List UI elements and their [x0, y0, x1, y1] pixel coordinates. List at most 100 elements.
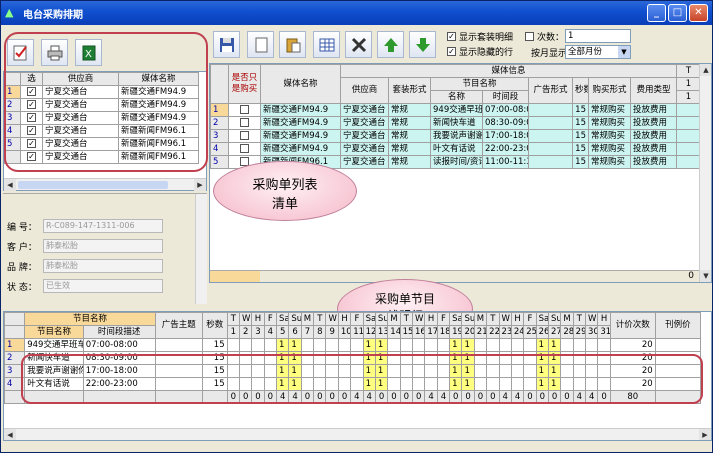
- times-input[interactable]: 1: [565, 29, 631, 43]
- new-document-icon[interactable]: [247, 31, 274, 58]
- schedule-cell[interactable]: [510, 338, 525, 352]
- schedule-cell[interactable]: [399, 338, 414, 352]
- maximize-button[interactable]: □: [668, 4, 687, 22]
- schedule-cell[interactable]: [226, 338, 240, 352]
- delete-icon[interactable]: [345, 31, 372, 58]
- show-hidden-option[interactable]: ✓ 显示隐藏的行: [447, 45, 513, 58]
- schedule-cell[interactable]: 1: [288, 338, 302, 352]
- chevron-down-icon[interactable]: ▼: [618, 46, 630, 58]
- move-down-icon[interactable]: [409, 31, 436, 58]
- schedule-cell[interactable]: [424, 338, 438, 352]
- day-header: 12: [362, 325, 376, 339]
- horizontal-scrollbar[interactable]: ◀ ▶: [4, 178, 206, 191]
- schedule-cell[interactable]: 1: [362, 338, 376, 352]
- brand-field[interactable]: 肺泰松胎: [43, 259, 163, 273]
- only-buy-checkbox[interactable]: [240, 143, 249, 153]
- paste-icon[interactable]: [279, 31, 306, 58]
- only-buy-checkbox[interactable]: [240, 117, 249, 127]
- schedule-cell[interactable]: [585, 338, 599, 352]
- scroll-left-icon[interactable]: ◀: [4, 429, 16, 440]
- schedule-cell[interactable]: [325, 338, 339, 352]
- schedule-cell[interactable]: 1: [547, 338, 562, 352]
- weekday-header: T: [226, 312, 240, 326]
- schedule-cell[interactable]: [337, 338, 352, 352]
- move-up-icon[interactable]: [377, 31, 404, 58]
- table-row[interactable]: 1 949交通早班车 07:00-08:00 15 1 1 1 1 1 1 1 1 20: [4, 338, 702, 352]
- day-header: 17: [424, 325, 438, 339]
- show-detail-option[interactable]: ✓ 显示套装明细: [447, 30, 513, 43]
- weekday-header: F: [523, 312, 537, 326]
- schedule-cell[interactable]: [523, 338, 537, 352]
- day-header: 31: [597, 325, 611, 339]
- weekday-header: F: [436, 312, 451, 326]
- weekday-header: H: [251, 312, 265, 326]
- save-icon[interactable]: [213, 31, 240, 58]
- schedule-cell[interactable]: 1: [374, 338, 389, 352]
- schedule-cell[interactable]: [473, 338, 488, 352]
- weekday-header: Su: [547, 312, 562, 326]
- weekday-header: H: [597, 312, 611, 326]
- schedule-cell[interactable]: [251, 338, 265, 352]
- times-checkbox[interactable]: [525, 32, 534, 41]
- scroll-left-icon[interactable]: ◀: [4, 179, 16, 191]
- schedule-cell[interactable]: 1: [276, 338, 290, 352]
- weekday-header: W: [411, 312, 426, 326]
- schedule-cell[interactable]: [560, 338, 574, 352]
- schedule-cell[interactable]: [486, 338, 500, 352]
- day-header: 23: [498, 325, 512, 339]
- schedule-cell[interactable]: [498, 338, 512, 352]
- schedule-cell[interactable]: [263, 338, 278, 352]
- day-header: 29: [572, 325, 587, 339]
- schedule-cell[interactable]: [238, 338, 253, 352]
- schedule-cell[interactable]: 1: [461, 338, 475, 352]
- table-row[interactable]: 2 新疆交通FM94.9 宁夏交通台 常规 新闻快车道 08:30-09:00 …: [210, 116, 702, 130]
- status-select[interactable]: 已生效: [43, 279, 163, 293]
- day-header: 20: [461, 325, 475, 339]
- media-table: 是否只是购买 媒体名称 媒体信息 T 供应商 套装形式 节目名称 广告形式 秒数…: [210, 64, 702, 169]
- scroll-up-icon[interactable]: ▲: [700, 64, 711, 76]
- weekday-header: W: [238, 312, 253, 326]
- schedule-cell[interactable]: [387, 338, 401, 352]
- only-buy-checkbox[interactable]: [240, 104, 249, 114]
- scroll-right-icon[interactable]: ▶: [194, 179, 206, 191]
- table-row[interactable]: 1 新疆交通FM94.9 宁夏交通台 常规 949交通早班车 07:00-08:…: [210, 103, 702, 117]
- day-header: 5: [276, 325, 290, 339]
- weekday-header: F: [263, 312, 278, 326]
- schedule-cell[interactable]: [313, 338, 327, 352]
- weekday-header: Sa: [535, 312, 549, 326]
- table-row[interactable]: 3 新疆交通FM94.9 宁夏交通台 常规 我要说声谢谢你 17:00-18:0…: [210, 129, 702, 143]
- schedule-cell[interactable]: [300, 338, 315, 352]
- times-option[interactable]: 次数：: [525, 30, 564, 43]
- schedule-cell[interactable]: [350, 338, 364, 352]
- grid-settings-icon[interactable]: [313, 31, 340, 58]
- highlight-box-schedule: [21, 354, 703, 404]
- schedule-cell[interactable]: [572, 338, 587, 352]
- weekday-header: T: [313, 312, 327, 326]
- media-table-footer: 0: [210, 270, 700, 282]
- scroll-right-icon[interactable]: ▶: [699, 429, 711, 440]
- form-scrollbar[interactable]: [195, 194, 207, 304]
- day-header: 7: [300, 325, 315, 339]
- day-header: 30: [585, 325, 599, 339]
- only-buy-checkbox[interactable]: [240, 130, 249, 140]
- weekday-header: M: [387, 312, 401, 326]
- number-field[interactable]: R-C089-147-1311-006: [43, 219, 163, 233]
- schedule-cell[interactable]: [411, 338, 426, 352]
- schedule-cell[interactable]: 1: [449, 338, 463, 352]
- customer-field[interactable]: 肺泰松胎: [43, 239, 163, 253]
- show-detail-checkbox[interactable]: ✓: [447, 32, 456, 41]
- show-hidden-checkbox[interactable]: ✓: [447, 47, 456, 56]
- day-header: 22: [486, 325, 500, 339]
- schedule-horizontal-scrollbar[interactable]: ◀ ▶: [4, 428, 711, 440]
- minimize-button[interactable]: _: [647, 4, 666, 22]
- schedule-cell[interactable]: [597, 338, 611, 352]
- weekday-header: M: [473, 312, 488, 326]
- scroll-down-icon[interactable]: ▼: [700, 270, 711, 282]
- month-select[interactable]: 全部月份 ▼: [565, 45, 631, 59]
- schedule-cell[interactable]: 1: [535, 338, 549, 352]
- table-row[interactable]: 4 新疆交通FM94.9 宁夏交通台 常规 叶文有话说 22:00-23:00 …: [210, 142, 702, 156]
- schedule-cell[interactable]: [436, 338, 451, 352]
- close-button[interactable]: ✕: [689, 4, 708, 22]
- media-vertical-scrollbar[interactable]: ▲ ▼: [699, 64, 711, 282]
- day-header: 11: [350, 325, 364, 339]
